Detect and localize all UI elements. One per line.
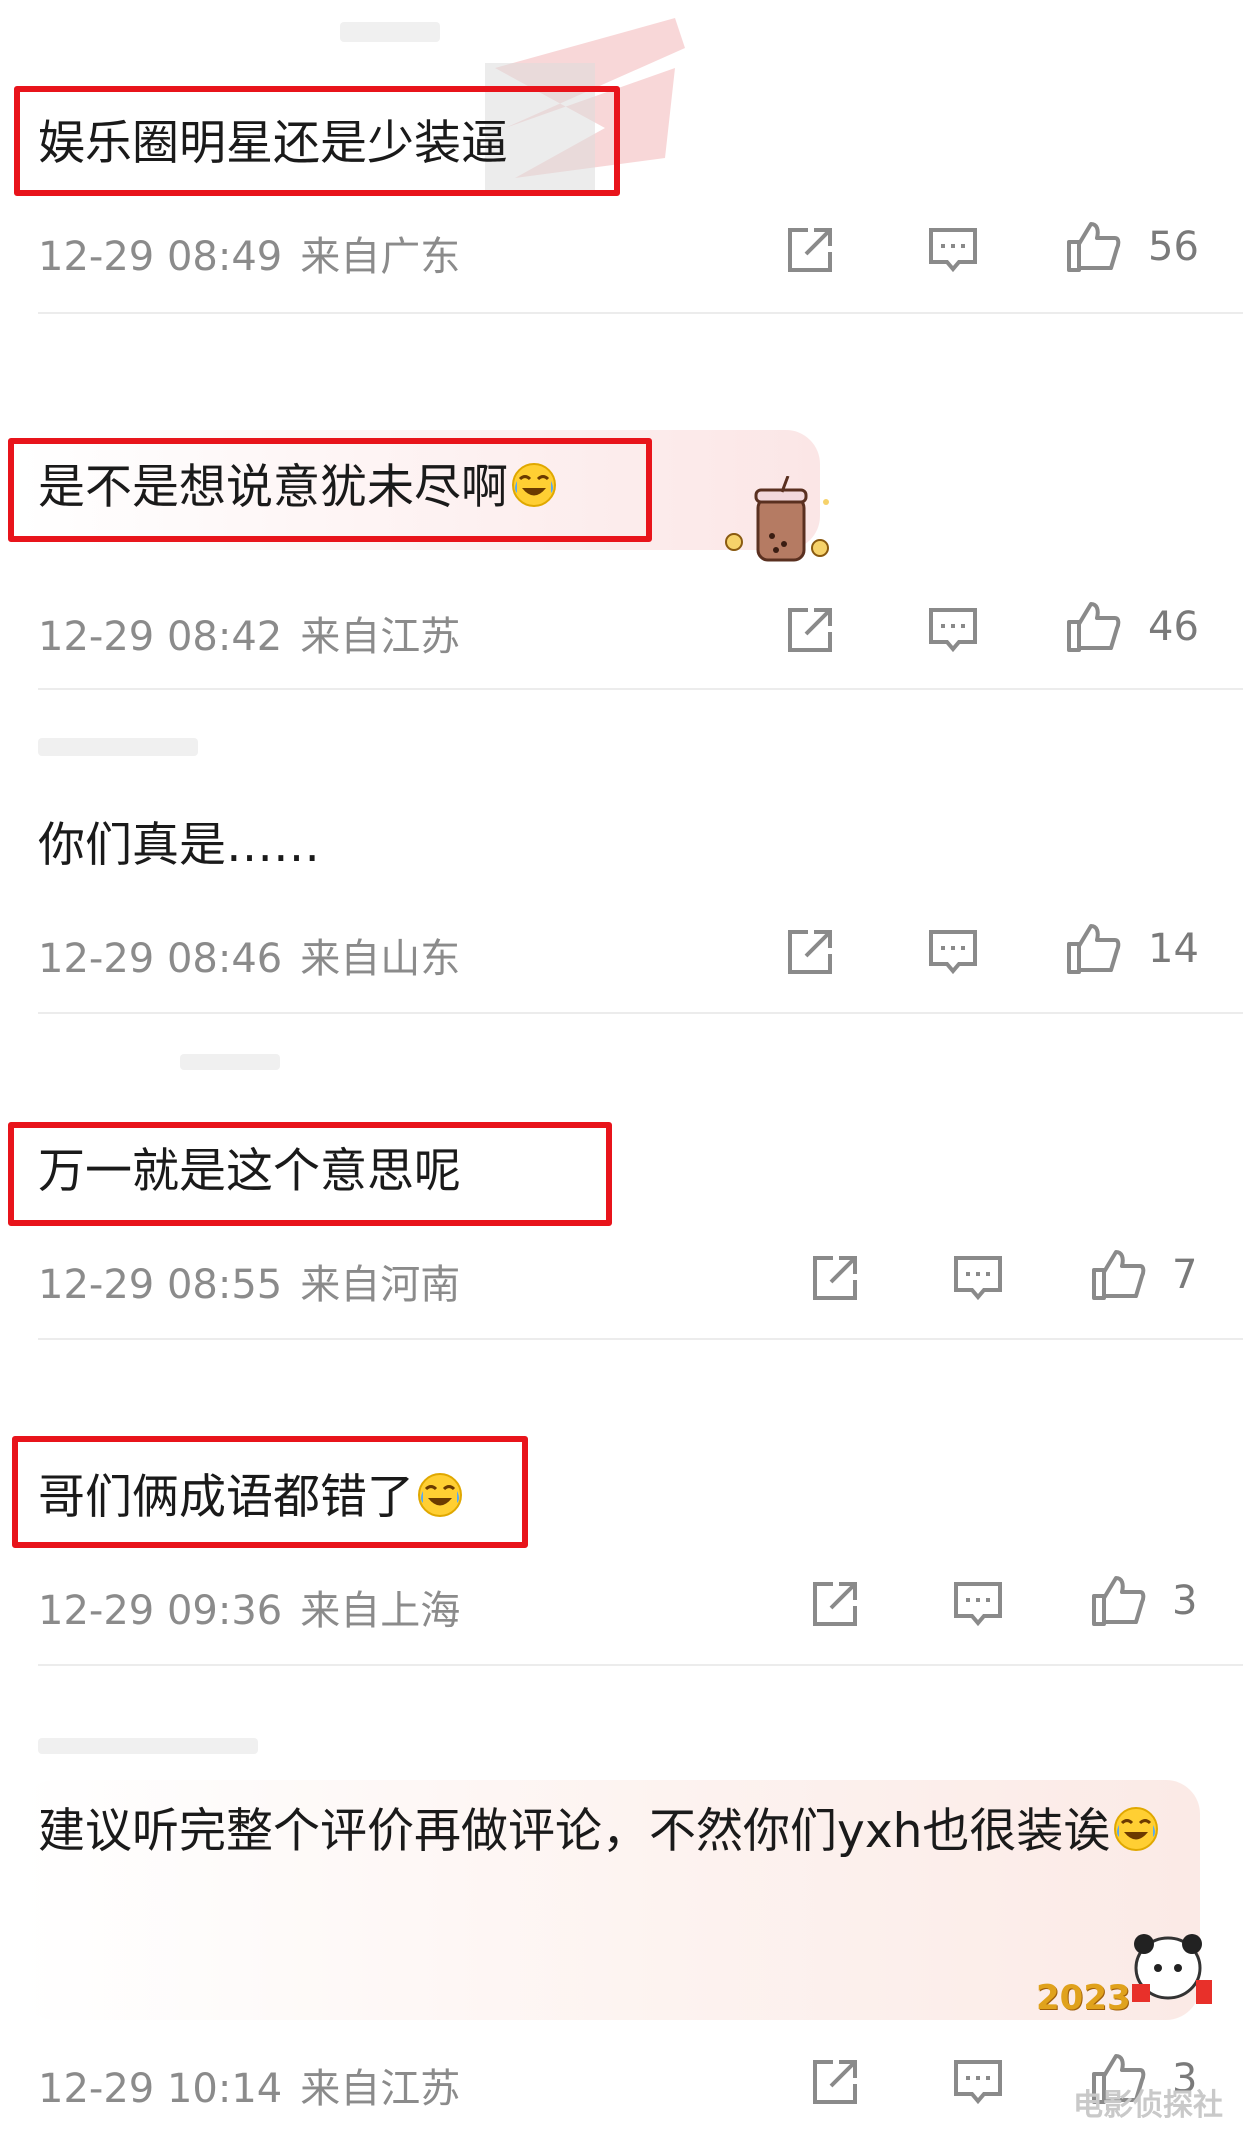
thumbs-up-icon	[1067, 924, 1121, 974]
comment-text: 你们真是……	[38, 818, 320, 873]
comment-meta: 12-29 10:14 来自江苏	[38, 2056, 460, 2114]
username-placeholder	[340, 22, 440, 42]
share-button[interactable]	[782, 222, 838, 278]
thumbs-up-icon	[1067, 602, 1121, 652]
sticker-year: 2023	[1036, 1978, 1131, 2018]
comment-time: 12-29 08:55	[38, 1262, 283, 1308]
like-count: 46	[1148, 604, 1199, 650]
thumbs-up-icon	[1092, 1576, 1146, 1626]
comment-item: 哥们俩成语都错了 12-29 09:36 来自上海 3	[0, 1342, 1243, 1668]
share-icon	[788, 608, 832, 652]
bubble-tea-sticker	[720, 476, 840, 586]
share-button[interactable]	[782, 924, 838, 980]
comment-time: 12-29 08:42	[38, 614, 283, 660]
comment-icon	[954, 1582, 1002, 1627]
thumbs-up-icon	[1067, 222, 1121, 272]
reply-button[interactable]	[925, 602, 981, 658]
highlight-box	[14, 86, 620, 196]
comment-text: 建议听完整个评价再做评论，不然你们yxh也很装诶	[38, 1788, 1178, 1876]
share-button[interactable]	[807, 1576, 863, 1632]
username-placeholder	[38, 1738, 258, 1754]
comment-location: 来自山东	[300, 936, 461, 982]
username-placeholder	[180, 1054, 280, 1070]
like-button[interactable]	[1090, 1246, 1146, 1302]
reply-button[interactable]	[925, 222, 981, 278]
comment-time: 12-29 08:46	[38, 936, 283, 982]
comment-item: 建议听完整个评价再做评论，不然你们yxh也很装诶 2023 12-29 10:1…	[0, 1668, 1243, 2146]
watermark: 电影侦探社	[1073, 2088, 1223, 2123]
share-button[interactable]	[782, 602, 838, 658]
comment-icon	[929, 608, 977, 653]
comment-time: 12-29 10:14	[38, 2066, 283, 2112]
highlight-box	[8, 438, 652, 542]
new-year-sticker: 2023	[1036, 1918, 1216, 2028]
share-icon	[788, 228, 832, 272]
share-icon	[813, 1256, 857, 1300]
comment-item: 是不是想说意犹未尽啊 12-29 08:42 来自江苏 46	[0, 318, 1243, 690]
reply-button[interactable]	[950, 1576, 1006, 1632]
like-button[interactable]	[1065, 598, 1121, 654]
comment-location: 来自江苏	[300, 614, 461, 660]
comment-time: 12-29 08:49	[38, 234, 283, 280]
share-icon	[813, 2060, 857, 2104]
divider	[38, 312, 1243, 314]
divider	[38, 1012, 1243, 1014]
like-button[interactable]	[1090, 1572, 1146, 1628]
like-button[interactable]	[1065, 920, 1121, 976]
comment-icon	[954, 2060, 1002, 2105]
divider	[38, 1664, 1243, 1666]
comment-icon	[954, 1256, 1002, 1301]
highlight-box	[8, 1122, 612, 1226]
comment-item: 你们真是…… 12-29 08:46 来自山东 14	[0, 690, 1243, 1016]
highlight-box	[12, 1436, 528, 1548]
comment-location: 来自河南	[300, 1262, 461, 1308]
comment-meta: 12-29 09:36 来自上海	[38, 1578, 460, 1636]
comment-location: 来自江苏	[300, 2066, 461, 2112]
divider	[38, 1338, 1243, 1340]
laugh-cry-emoji	[1112, 1805, 1160, 1853]
username-placeholder	[38, 738, 198, 756]
comment-meta: 12-29 08:55 来自河南	[38, 1252, 460, 1310]
comment-icon	[929, 228, 977, 273]
reply-button[interactable]	[925, 924, 981, 980]
like-button[interactable]	[1065, 218, 1121, 274]
comment-icon	[929, 930, 977, 975]
like-count: 3	[1172, 1578, 1198, 1624]
like-count: 7	[1172, 1252, 1198, 1298]
thumbs-up-icon	[1092, 1250, 1146, 1300]
comment-location: 来自广东	[300, 234, 461, 280]
comment-time: 12-29 09:36	[38, 1588, 283, 1634]
like-count: 56	[1148, 224, 1199, 270]
reply-button[interactable]	[950, 2054, 1006, 2110]
reply-button[interactable]	[950, 1250, 1006, 1306]
share-button[interactable]	[807, 2054, 863, 2110]
comment-item: 万一就是这个意思呢 12-29 08:55 来自河南 7	[0, 1016, 1243, 1342]
comment-meta: 12-29 08:46 来自山东	[38, 926, 460, 984]
share-icon	[813, 1582, 857, 1626]
comment-location: 来自上海	[300, 1588, 461, 1634]
comment-meta: 12-29 08:49 来自广东	[38, 224, 460, 282]
comment-meta: 12-29 08:42 来自江苏	[38, 604, 460, 662]
share-button[interactable]	[807, 1250, 863, 1306]
comment-item: 娱乐圈明星还是少装逼 12-29 08:49 来自广东 56	[0, 0, 1243, 318]
share-icon	[788, 930, 832, 974]
comment-text-content: 建议听完整个评价再做评论，不然你们yxh也很装诶	[38, 1804, 1111, 1859]
like-count: 14	[1148, 926, 1199, 972]
